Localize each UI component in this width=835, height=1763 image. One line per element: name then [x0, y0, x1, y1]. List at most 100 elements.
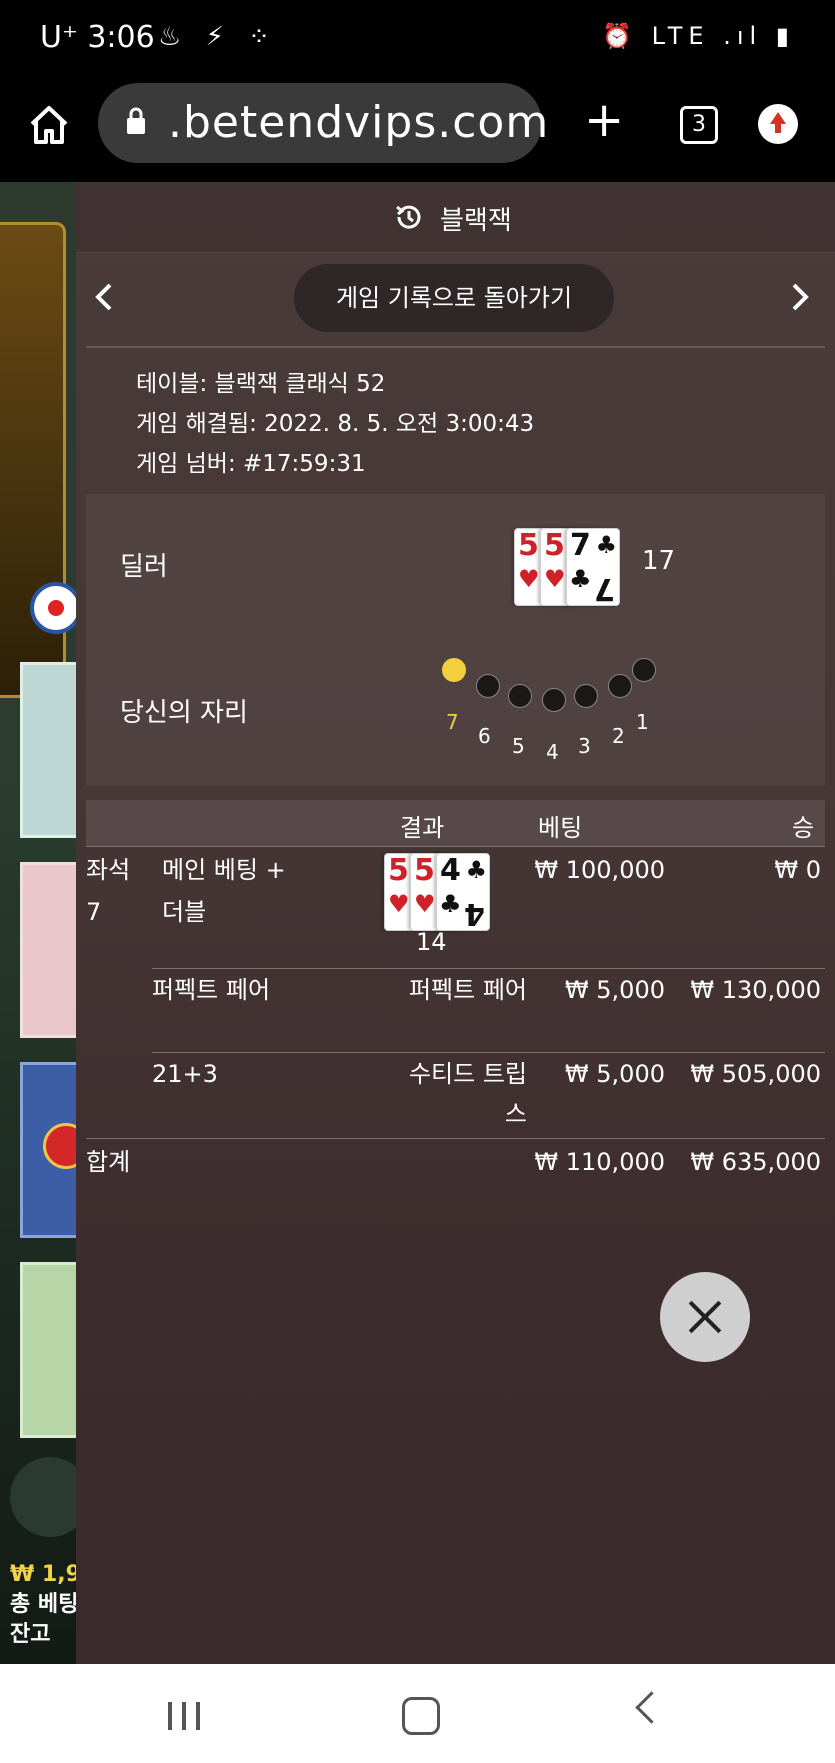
system-nav-bar	[0, 1664, 835, 1763]
result: 수티드 트립	[408, 1060, 527, 1088]
header-result: 결과	[400, 814, 445, 842]
card-rank: 5	[518, 528, 539, 563]
background-game-strip	[0, 182, 76, 1664]
system-icons: ⏰ LTE .ıl ▮	[602, 22, 795, 50]
seat-dot	[476, 674, 500, 698]
header-bet: 베팅	[538, 814, 583, 842]
new-tab-button[interactable]: +	[584, 94, 624, 146]
results-table-header: 결과 베팅 승	[86, 800, 825, 846]
card-suit: ♣	[465, 856, 487, 884]
bet-type: 메인 베팅 +	[162, 856, 286, 884]
panel-title: 블랙잭	[440, 206, 512, 236]
card-suit: ♣	[569, 565, 591, 593]
game-info: 테이블: 블랙잭 클래식 52 게임 해결됨: 2022. 8. 5. 오전 3…	[136, 364, 534, 484]
history-icon	[396, 205, 421, 229]
seat-number: 5	[512, 734, 525, 758]
bet-type: 퍼펙트 페어	[152, 976, 271, 1004]
game-history-panel: 블랙잭 게임 기록으로 돌아가기 테이블: 블랙잭 클래식 52 게임 해결됨:…	[76, 182, 835, 1664]
dealer-label: 딜러	[120, 552, 168, 582]
target-icon	[30, 582, 76, 634]
resolved-time: 게임 해결됨: 2022. 8. 5. 오전 3:00:43	[136, 411, 535, 437]
seat-number: 6	[478, 724, 491, 748]
chevron-left-icon[interactable]	[90, 282, 120, 312]
close-button[interactable]	[660, 1272, 750, 1362]
status-time: U⁺ 3:06	[40, 20, 155, 55]
seat-label: 좌석	[86, 856, 131, 884]
total-win: ₩ 635,000	[690, 1148, 821, 1176]
tab-switcher-button[interactable]: 3	[680, 106, 718, 144]
seat-number: 1	[636, 710, 649, 734]
seat-dot	[442, 658, 466, 682]
win-amount: ₩ 0	[774, 856, 821, 884]
win-amount: ₩ 505,000	[690, 1060, 821, 1088]
notification-icons: ♨ ⚡ ⁘	[158, 22, 278, 52]
card-rank: 5	[414, 853, 435, 888]
dealer-total: 17	[642, 546, 676, 576]
chevron-right-icon[interactable]	[784, 282, 814, 312]
card-suit: ♣	[595, 531, 617, 559]
home-icon[interactable]	[26, 102, 72, 148]
seat-dot	[574, 684, 598, 708]
total-bet: ₩ 110,000	[534, 1148, 665, 1176]
panel-title-bar: 블랙잭	[76, 182, 835, 253]
bet-spot-pink	[20, 862, 76, 1038]
total-label: 합계	[86, 1148, 131, 1176]
result: 퍼펙트 페어	[408, 976, 527, 1004]
bet-amount: ₩ 5,000	[564, 976, 665, 1004]
table-row: 좌석 7 메인 베팅 + 더블 5 ♥ 5 ♥ 4 ♣ ♣ ♣ 4 14 ₩ 100,000 ₩…	[86, 846, 825, 969]
bet-type: 21+3	[152, 1060, 218, 1088]
back-to-history-button[interactable]: 게임 기록으로 돌아가기	[294, 264, 614, 332]
red-chip-icon	[43, 1123, 76, 1169]
card-suit: ♥	[544, 565, 566, 593]
card-suit: ♣	[439, 890, 461, 918]
address-bar[interactable]: .betendvips.com	[98, 83, 548, 163]
card-rank: 5	[388, 853, 409, 888]
game-number: 게임 넘버: #17:59:31	[136, 451, 366, 477]
divider	[86, 346, 825, 348]
table-name: 테이블: 블랙잭 클래식 52	[136, 371, 386, 397]
card-rank: 5	[544, 528, 565, 563]
home-button[interactable]	[402, 1697, 440, 1735]
dealer-seat-section: 딜러 5 ♥ 5 ♥ 7 ♣ ♣ ♣ 7 17 당신의 자리 7654321	[86, 494, 825, 786]
header-win: 승	[792, 814, 815, 842]
result-line2: 스	[504, 1100, 527, 1128]
card-suit: ♥	[388, 890, 410, 918]
recent-apps-button[interactable]	[168, 1702, 202, 1730]
seat-number: 3	[578, 734, 591, 758]
win-amount: ₩ 130,000	[690, 976, 821, 1004]
card-rank: 4	[440, 853, 461, 888]
browser-toolbar: .betendvips.com + 3	[0, 80, 835, 182]
playing-card: 7 ♣ ♣ ♣ 7	[566, 528, 620, 606]
player-cards: 5 ♥ 5 ♥ 4 ♣ ♣ ♣ 4	[384, 853, 504, 931]
status-bar: U⁺ 3:06 ♨ ⚡ ⁘ ⏰ LTE .ıl ▮	[0, 0, 835, 80]
table-row: 퍼펙트 페어 퍼펙트 페어 ₩ 5,000 ₩ 130,000	[152, 968, 825, 1053]
bet-spot-teal	[20, 662, 76, 838]
bet-spot-blue	[20, 1062, 76, 1238]
bet-amount: ₩ 100,000	[534, 856, 665, 884]
back-button[interactable]	[635, 1691, 668, 1724]
seat-dot	[508, 684, 532, 708]
seat-number: 4	[546, 740, 559, 764]
card-suit: ♥	[518, 565, 540, 593]
bet-type-line2: 더블	[162, 898, 207, 926]
card-rank: 7	[570, 528, 591, 563]
playing-card: 4 ♣ ♣ ♣ 4	[436, 853, 490, 931]
total-row: 합계 ₩ 110,000 ₩ 635,000	[86, 1138, 825, 1189]
table-row: 21+3 수티드 트립 스 ₩ 5,000 ₩ 505,000	[152, 1052, 825, 1139]
seat-dot	[542, 688, 566, 712]
repeat-button	[10, 1457, 76, 1537]
your-seat-label: 당신의 자리	[120, 698, 248, 728]
bet-amount: ₩ 5,000	[564, 1060, 665, 1088]
card-rank: 7	[594, 571, 615, 606]
seat-dot	[632, 658, 656, 682]
card-rank: 4	[464, 896, 485, 931]
seat-number: 2	[612, 724, 625, 748]
url-text: .betendvips.com	[168, 97, 550, 148]
bet-spot-green	[20, 1262, 76, 1438]
update-icon[interactable]	[758, 104, 798, 144]
seat-dot	[608, 674, 632, 698]
lock-icon	[127, 107, 145, 134]
seat-number: 7	[446, 710, 459, 734]
seat-number: 7	[86, 898, 102, 926]
card-suit: ♥	[414, 890, 436, 918]
